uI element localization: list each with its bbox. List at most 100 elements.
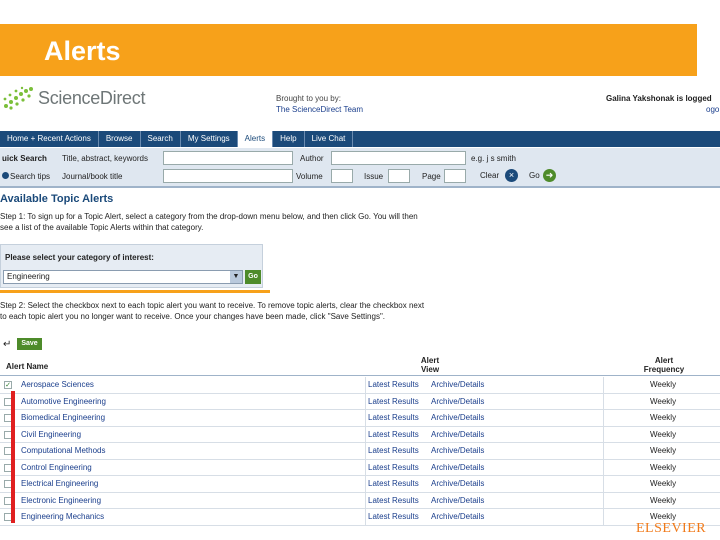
col-alert-frequency: Alert Frequency	[640, 356, 688, 374]
table-row: Automotive Engineering Latest Results Ar…	[0, 394, 720, 410]
latest-results-link[interactable]: Latest Results	[368, 463, 419, 472]
table-row: Electronic Engineering Latest Results Ar…	[0, 493, 720, 509]
alert-name: Automotive Engineering	[21, 396, 106, 406]
user-info: Galina Yakshonak is logged ogo	[606, 93, 719, 114]
step2-line1: Step 2: Select the checkbox next to each…	[0, 301, 425, 310]
nav-alerts[interactable]: Alerts	[237, 131, 274, 147]
latest-results-link[interactable]: Latest Results	[368, 496, 419, 505]
latest-results-link[interactable]: Latest Results	[368, 413, 419, 422]
alert-frequency: Weekly	[650, 380, 677, 389]
nav-browse[interactable]: Browse	[99, 131, 141, 147]
go-label: Go	[529, 171, 540, 180]
alert-frequency: Weekly	[650, 429, 677, 439]
alert-name: Control Engineering	[21, 462, 92, 472]
alert-frequency: Weekly	[650, 462, 677, 472]
user-line: Galina Yakshonak is logged	[606, 94, 712, 103]
logo-text: ScienceDirect	[38, 88, 146, 108]
author-input[interactable]	[331, 151, 466, 165]
col-view-line2: View	[420, 365, 440, 374]
alert-name: Aerospace Sciences	[21, 380, 94, 389]
page-input[interactable]	[444, 169, 466, 183]
brought-team: The ScienceDirect Team	[276, 105, 363, 114]
category-prompt: Please select your category of interest:	[5, 253, 154, 262]
highlight-bar	[11, 391, 15, 523]
latest-results-link[interactable]: Latest Results	[368, 380, 419, 389]
page-label: Page	[422, 172, 441, 181]
author-example: e.g. j s smith	[471, 154, 516, 163]
title-band-gap	[697, 24, 720, 76]
nav-home[interactable]: Home + Recent Actions	[0, 131, 99, 147]
col-alert-view: Alert View	[410, 356, 450, 374]
col-freq-line1: Alert	[654, 356, 674, 365]
journal-title-label: Journal/book title	[62, 172, 123, 181]
column-divider	[603, 377, 604, 525]
row-checkbox[interactable]: ✓	[4, 381, 12, 389]
issue-input[interactable]	[388, 169, 410, 183]
help-icon	[2, 172, 9, 179]
table-row: Biomedical Engineering Latest Results Ar…	[0, 410, 720, 427]
alert-frequency: Weekly	[650, 396, 677, 406]
archive-details-link[interactable]: Archive/Details	[431, 397, 484, 406]
alert-frequency: Weekly	[650, 479, 677, 488]
volume-label: Volume	[296, 172, 323, 181]
alert-name: Computational Methods	[21, 446, 106, 455]
alert-frequency: Weekly	[650, 512, 677, 521]
archive-details-link[interactable]: Archive/Details	[431, 413, 484, 422]
title-abstract-input[interactable]	[163, 151, 293, 165]
go-arrow-icon[interactable]: ➜	[543, 169, 556, 182]
journal-title-input[interactable]	[163, 169, 293, 183]
nav-live-chat[interactable]: Live Chat	[305, 131, 354, 147]
archive-details-link[interactable]: Archive/Details	[431, 463, 484, 472]
search-tips-link[interactable]: Search tips	[2, 172, 50, 181]
table-row: Engineering Mechanics Latest Results Arc…	[0, 509, 720, 526]
alert-frequency: Weekly	[650, 413, 677, 422]
chevron-down-icon[interactable]: ▼	[230, 271, 242, 283]
category-go-button[interactable]: Go	[245, 270, 261, 284]
step2-instructions: Step 2: Select the checkbox next to each…	[0, 300, 480, 322]
alert-name: Electrical Engineering	[21, 479, 99, 488]
clear-icon[interactable]: ×	[505, 169, 518, 182]
sciencedirect-logo[interactable]: ScienceDirect	[2, 84, 172, 114]
alert-name: Biomedical Engineering	[21, 413, 106, 422]
latest-results-link[interactable]: Latest Results	[368, 512, 419, 521]
title-abstract-label: Title, abstract, keywords	[62, 154, 148, 163]
brought-line: Brought to you by:	[276, 94, 341, 103]
latest-results-link[interactable]: Latest Results	[368, 479, 419, 488]
archive-details-link[interactable]: Archive/Details	[431, 380, 484, 389]
alert-name: Civil Engineering	[21, 429, 82, 439]
archive-details-link[interactable]: Archive/Details	[431, 496, 484, 505]
alerts-table: ✓ Aerospace Sciences Latest Results Arch…	[0, 377, 720, 526]
col-view-line1: Alert	[420, 356, 440, 365]
category-panel: Please select your category of interest:…	[0, 244, 263, 288]
brought-to-you: Brought to you by: The ScienceDirect Tea…	[276, 93, 363, 115]
alert-frequency: Weekly	[650, 495, 677, 505]
archive-details-link[interactable]: Archive/Details	[431, 479, 484, 488]
latest-results-link[interactable]: Latest Results	[368, 430, 419, 439]
table-header: Alert Name Alert View Alert Frequency	[0, 354, 720, 376]
nav-my-settings[interactable]: My Settings	[181, 131, 238, 147]
archive-details-link[interactable]: Archive/Details	[431, 512, 484, 521]
author-label: Author	[300, 154, 324, 163]
save-button[interactable]: Save	[17, 338, 42, 350]
step1-instructions: Step 1: To sign up for a Topic Alert, se…	[0, 211, 480, 233]
volume-input[interactable]	[331, 169, 353, 183]
quick-search-label: uick Search	[2, 154, 47, 163]
return-arrow-icon: ↵	[3, 339, 12, 350]
column-divider	[365, 377, 366, 525]
latest-results-link[interactable]: Latest Results	[368, 446, 419, 455]
archive-details-link[interactable]: Archive/Details	[431, 446, 484, 455]
nav-search[interactable]: Search	[141, 131, 181, 147]
archive-details-link[interactable]: Archive/Details	[431, 430, 484, 439]
table-row: ✓ Aerospace Sciences Latest Results Arch…	[0, 377, 720, 394]
logout-link[interactable]: ogo	[706, 104, 719, 115]
alert-frequency: Weekly	[650, 446, 677, 455]
elsevier-logo: ELSEVIER	[636, 521, 707, 536]
nav-help[interactable]: Help	[273, 131, 305, 147]
category-select[interactable]: Engineering ▼	[3, 270, 243, 284]
clear-label: Clear	[480, 171, 500, 180]
latest-results-link[interactable]: Latest Results	[368, 397, 419, 406]
table-row: Electrical Engineering Latest Results Ar…	[0, 476, 720, 493]
alert-name: Electronic Engineering	[21, 495, 102, 505]
alert-name: Engineering Mechanics	[21, 512, 105, 521]
col-freq-line2: Frequency	[643, 365, 685, 374]
